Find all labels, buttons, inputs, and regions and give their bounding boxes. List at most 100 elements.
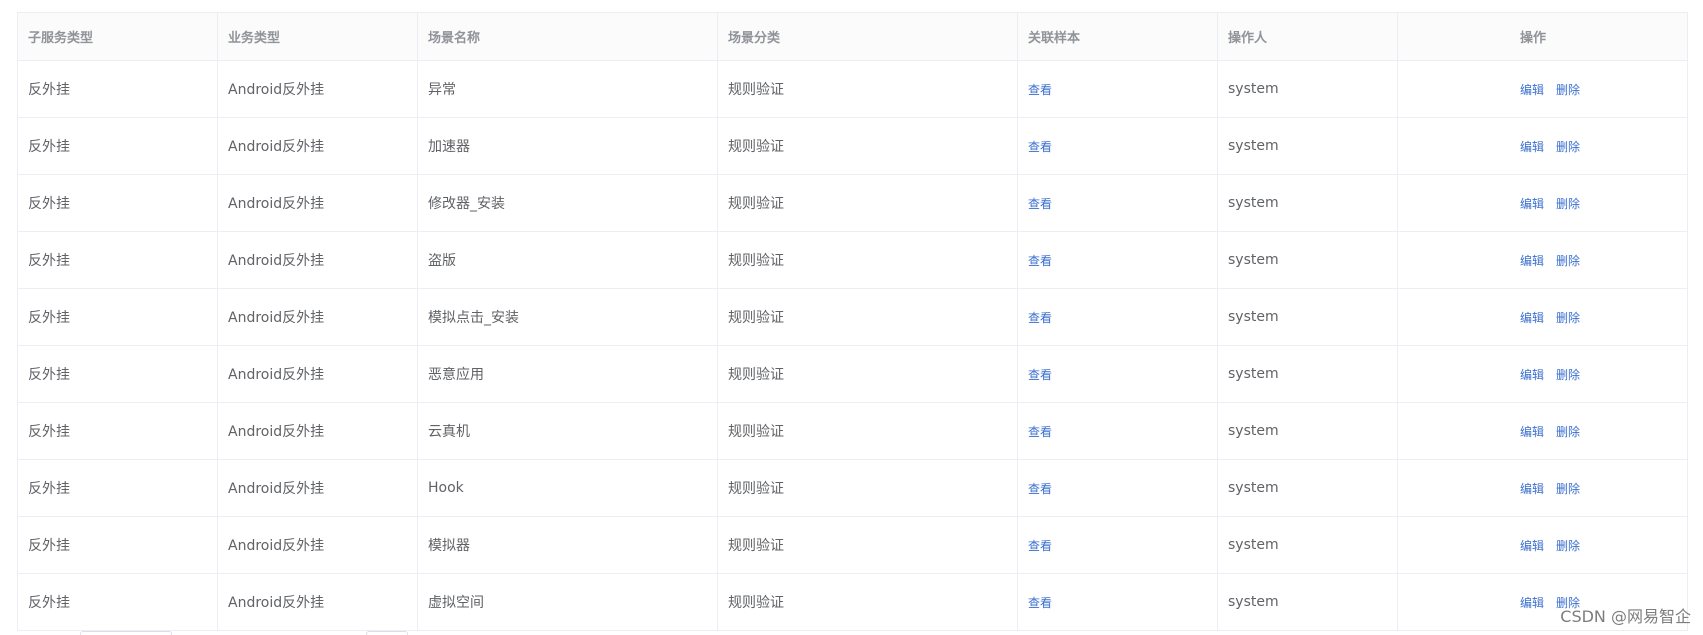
view-samples-link[interactable]: 查看 — [1028, 596, 1052, 610]
cell-actions: 编辑 删除 — [1397, 117, 1688, 175]
cell-linked-samples: 查看 — [1017, 117, 1218, 175]
cell-actions: 编辑 删除 — [1397, 231, 1688, 289]
edit-button[interactable]: 编辑 — [1520, 482, 1544, 496]
table-row: 反外挂 Android反外挂 模拟器 规则验证 查看 system 编辑 删除 — [17, 516, 1688, 574]
delete-button[interactable]: 删除 — [1556, 368, 1580, 382]
view-samples-link[interactable]: 查看 — [1028, 482, 1052, 496]
edit-button[interactable]: 编辑 — [1520, 140, 1544, 154]
cell-scene-category: 规则验证 — [717, 402, 1018, 460]
cell-linked-samples: 查看 — [1017, 402, 1218, 460]
cell-business-type: Android反外挂 — [217, 345, 418, 403]
table-header: 子服务类型 业务类型 场景名称 场景分类 关联样本 操作人 操作 — [17, 12, 1688, 61]
delete-button[interactable]: 删除 — [1556, 197, 1580, 211]
cell-scene-category: 规则验证 — [717, 516, 1018, 574]
cell-business-type: Android反外挂 — [217, 402, 418, 460]
delete-button[interactable]: 删除 — [1556, 83, 1580, 97]
table-row: 反外挂 Android反外挂 Hook 规则验证 查看 system 编辑 删除 — [17, 459, 1688, 517]
cell-scene-name: Hook — [417, 459, 718, 517]
cell-scene-name: 加速器 — [417, 117, 718, 175]
cell-scene-category: 规则验证 — [717, 459, 1018, 517]
view-samples-link[interactable]: 查看 — [1028, 311, 1052, 325]
view-samples-link[interactable]: 查看 — [1028, 539, 1052, 553]
view-samples-link[interactable]: 查看 — [1028, 140, 1052, 154]
pagination-jump-input[interactable] — [366, 631, 408, 635]
scene-table-container: 子服务类型 业务类型 场景名称 场景分类 关联样本 操作人 操作 反外挂 Andr… — [17, 12, 1688, 631]
cell-linked-samples: 查看 — [1017, 459, 1218, 517]
column-header-business-type[interactable]: 业务类型 — [217, 12, 418, 61]
delete-button[interactable]: 删除 — [1556, 311, 1580, 325]
cell-scene-category: 规则验证 — [717, 174, 1018, 232]
edit-button[interactable]: 编辑 — [1520, 254, 1544, 268]
edit-button[interactable]: 编辑 — [1520, 311, 1544, 325]
cell-sub-service-type: 反外挂 — [17, 60, 218, 118]
cell-actions: 编辑 删除 — [1397, 516, 1688, 574]
cell-scene-category: 规则验证 — [717, 60, 1018, 118]
cell-scene-name: 模拟器 — [417, 516, 718, 574]
table-row: 反外挂 Android反外挂 盗版 规则验证 查看 system 编辑 删除 — [17, 231, 1688, 289]
column-header-sub-service-type[interactable]: 子服务类型 — [17, 12, 218, 61]
cell-operator: system — [1217, 459, 1398, 517]
cell-linked-samples: 查看 — [1017, 288, 1218, 346]
view-samples-link[interactable]: 查看 — [1028, 254, 1052, 268]
cell-linked-samples: 查看 — [1017, 345, 1218, 403]
cell-actions: 编辑 删除 — [1397, 345, 1688, 403]
cell-scene-name: 云真机 — [417, 402, 718, 460]
view-samples-link[interactable]: 查看 — [1028, 425, 1052, 439]
cell-sub-service-type: 反外挂 — [17, 174, 218, 232]
table-row: 反外挂 Android反外挂 模拟点击_安装 规则验证 查看 system 编辑 删除 — [17, 288, 1688, 346]
pagination-size-select[interactable] — [80, 631, 172, 635]
cell-sub-service-type: 反外挂 — [17, 231, 218, 289]
table-row: 反外挂 Android反外挂 云真机 规则验证 查看 system 编辑 删除 — [17, 402, 1688, 460]
cell-scene-category: 规则验证 — [717, 345, 1018, 403]
edit-button[interactable]: 编辑 — [1520, 368, 1544, 382]
cell-linked-samples: 查看 — [1017, 60, 1218, 118]
cell-linked-samples: 查看 — [1017, 516, 1218, 574]
edit-button[interactable]: 编辑 — [1520, 197, 1544, 211]
cell-operator: system — [1217, 117, 1398, 175]
column-header-scene-category[interactable]: 场景分类 — [717, 12, 1018, 61]
watermark: CSDN @网易智企 — [1560, 607, 1691, 626]
cell-business-type: Android反外挂 — [217, 117, 418, 175]
view-samples-link[interactable]: 查看 — [1028, 197, 1052, 211]
cell-business-type: Android反外挂 — [217, 174, 418, 232]
delete-button[interactable]: 删除 — [1556, 539, 1580, 553]
scene-table: 子服务类型 业务类型 场景名称 场景分类 关联样本 操作人 操作 反外挂 Andr… — [17, 12, 1688, 631]
column-header-operator[interactable]: 操作人 — [1217, 12, 1398, 61]
cell-linked-samples: 查看 — [1017, 573, 1218, 631]
cell-linked-samples: 查看 — [1017, 174, 1218, 232]
cell-operator: system — [1217, 288, 1398, 346]
cell-operator: system — [1217, 516, 1398, 574]
edit-button[interactable]: 编辑 — [1520, 596, 1544, 610]
delete-button[interactable]: 删除 — [1556, 254, 1580, 268]
cell-business-type: Android反外挂 — [217, 288, 418, 346]
page: 子服务类型 业务类型 场景名称 场景分类 关联样本 操作人 操作 反外挂 Andr… — [0, 0, 1703, 635]
table-row: 反外挂 Android反外挂 加速器 规则验证 查看 system 编辑 删除 — [17, 117, 1688, 175]
view-samples-link[interactable]: 查看 — [1028, 368, 1052, 382]
edit-button[interactable]: 编辑 — [1520, 425, 1544, 439]
edit-button[interactable]: 编辑 — [1520, 539, 1544, 553]
delete-button[interactable]: 删除 — [1556, 140, 1580, 154]
edit-button[interactable]: 编辑 — [1520, 83, 1544, 97]
column-header-scene-name[interactable]: 场景名称 — [417, 12, 718, 61]
cell-actions: 编辑 删除 — [1397, 60, 1688, 118]
delete-button[interactable]: 删除 — [1556, 482, 1580, 496]
cell-operator: system — [1217, 60, 1398, 118]
column-header-linked-samples[interactable]: 关联样本 — [1017, 12, 1218, 61]
cell-scene-category: 规则验证 — [717, 288, 1018, 346]
cell-operator: system — [1217, 174, 1398, 232]
cell-scene-name: 盗版 — [417, 231, 718, 289]
cell-scene-category: 规则验证 — [717, 117, 1018, 175]
table-row: 反外挂 Android反外挂 恶意应用 规则验证 查看 system 编辑 删除 — [17, 345, 1688, 403]
cell-scene-name: 异常 — [417, 60, 718, 118]
table-header-row: 子服务类型 业务类型 场景名称 场景分类 关联样本 操作人 操作 — [17, 12, 1688, 61]
cell-sub-service-type: 反外挂 — [17, 573, 218, 631]
cell-scene-name: 虚拟空间 — [417, 573, 718, 631]
cell-operator: system — [1217, 573, 1398, 631]
view-samples-link[interactable]: 查看 — [1028, 83, 1052, 97]
cell-actions: 编辑 删除 — [1397, 402, 1688, 460]
table-row: 反外挂 Android反外挂 异常 规则验证 查看 system 编辑 删除 — [17, 60, 1688, 118]
cell-operator: system — [1217, 231, 1398, 289]
cell-operator: system — [1217, 402, 1398, 460]
cell-sub-service-type: 反外挂 — [17, 288, 218, 346]
delete-button[interactable]: 删除 — [1556, 425, 1580, 439]
